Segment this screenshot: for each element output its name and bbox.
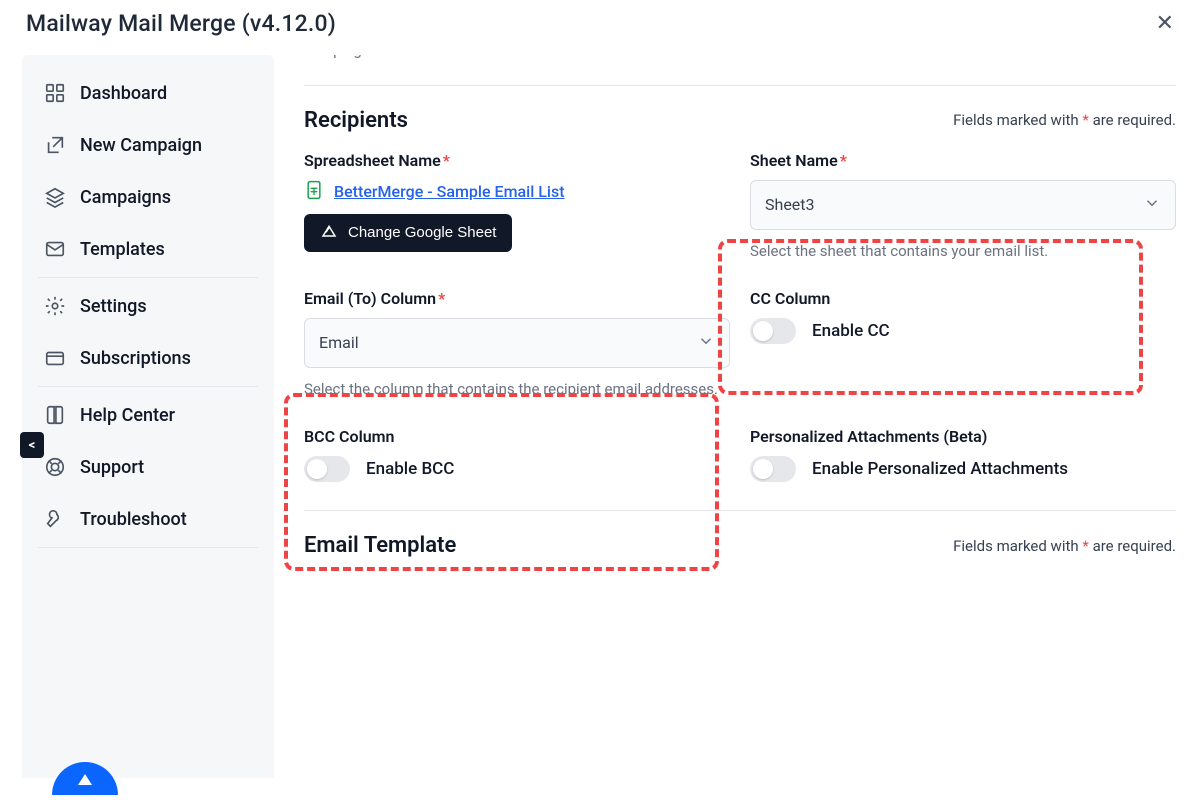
sheet-name-select[interactable]: Sheet3 xyxy=(750,180,1176,230)
enable-personalized-attachments-toggle[interactable] xyxy=(750,456,796,482)
enable-cc-toggle[interactable] xyxy=(750,318,796,344)
card-icon xyxy=(44,347,66,369)
sidebar-item-help-center[interactable]: Help Center xyxy=(22,389,274,441)
sidebar-item-label: New Campaign xyxy=(80,135,202,156)
personalized-attachments-label: Personalized Attachments (Beta) xyxy=(750,427,1176,446)
life-ring-icon xyxy=(44,456,66,478)
email-template-heading: Email Template xyxy=(304,533,456,558)
recipients-heading: Recipients xyxy=(304,108,408,133)
field-spreadsheet-name: Spreadsheet Name* BetterMerge - Sample E… xyxy=(304,151,730,263)
sidebar-item-label: Campaigns xyxy=(80,187,171,208)
sheet-name-label: Sheet Name* xyxy=(750,151,1176,170)
spreadsheet-name-label: Spreadsheet Name* xyxy=(304,151,730,170)
sidebar-item-subscriptions[interactable]: Subscriptions xyxy=(22,332,274,384)
bcc-column-label: BCC Column xyxy=(304,427,730,446)
chevron-down-icon xyxy=(697,332,715,354)
change-google-sheet-button[interactable]: Change Google Sheet xyxy=(304,214,512,252)
sidebar-item-label: Settings xyxy=(80,296,147,317)
gear-icon xyxy=(44,295,66,317)
sidebar-item-label: Dashboard xyxy=(80,83,167,104)
sidebar-item-label: Support xyxy=(80,457,144,478)
google-sheets-icon xyxy=(304,180,324,204)
mail-icon xyxy=(44,238,66,260)
sidebar: Dashboard New Campaign Campaigns Templat… xyxy=(22,55,274,778)
email-to-column-select[interactable]: Email xyxy=(304,318,730,368)
divider xyxy=(38,277,258,278)
wrench-icon xyxy=(44,508,66,530)
field-cc-column: CC Column Enable CC xyxy=(750,289,1176,401)
sidebar-item-label: Templates xyxy=(80,239,165,260)
cc-column-label: CC Column xyxy=(750,289,1176,308)
sheet-name-helper: Select the sheet that contains your emai… xyxy=(750,240,1176,263)
book-icon xyxy=(44,404,66,426)
required-note: Fields marked with * are required. xyxy=(953,537,1176,555)
enable-cc-label: Enable CC xyxy=(812,321,890,341)
external-icon xyxy=(44,134,66,156)
reply-to-helper: Optional: Enter an email address where r… xyxy=(304,55,704,63)
email-to-column-label: Email (To) Column* xyxy=(304,289,730,308)
field-email-to-column: Email (To) Column* Email Select the colu… xyxy=(304,289,730,401)
divider xyxy=(38,547,258,548)
field-bcc-column: BCC Column Enable BCC xyxy=(304,427,730,482)
sidebar-item-campaigns[interactable]: Campaigns xyxy=(22,171,274,223)
collapse-sidebar-button[interactable]: < xyxy=(20,432,44,458)
dashboard-icon xyxy=(44,82,66,104)
divider xyxy=(304,510,1176,511)
field-personalized-attachments: Personalized Attachments (Beta) Enable P… xyxy=(750,427,1176,482)
close-icon[interactable]: ✕ xyxy=(1156,13,1174,35)
layers-icon xyxy=(44,186,66,208)
main-content-scroll[interactable]: Reply-To Address Optional: Enter an emai… xyxy=(274,55,1200,778)
divider xyxy=(304,85,1176,86)
enable-personalized-attachments-label: Enable Personalized Attachments xyxy=(812,459,1068,479)
sidebar-item-label: Help Center xyxy=(80,405,175,426)
app-title: Mailway Mail Merge (v4.12.0) xyxy=(26,10,336,37)
email-to-column-helper: Select the column that contains the reci… xyxy=(304,378,730,401)
sidebar-item-new-campaign[interactable]: New Campaign xyxy=(22,119,274,171)
chevron-down-icon xyxy=(1143,194,1161,216)
enable-bcc-label: Enable BCC xyxy=(366,459,454,479)
enable-bcc-toggle[interactable] xyxy=(304,456,350,482)
required-note: Fields marked with * are required. xyxy=(953,111,1176,129)
sidebar-item-templates[interactable]: Templates xyxy=(22,223,274,275)
sidebar-item-support[interactable]: Support xyxy=(22,441,274,493)
field-sheet-name: Sheet Name* Sheet3 Select the sheet that… xyxy=(750,151,1176,263)
sidebar-item-label: Subscriptions xyxy=(80,348,191,369)
sidebar-item-settings[interactable]: Settings xyxy=(22,280,274,332)
sidebar-item-troubleshoot[interactable]: Troubleshoot xyxy=(22,493,274,545)
divider xyxy=(38,386,258,387)
sidebar-item-dashboard[interactable]: Dashboard xyxy=(22,67,274,119)
spreadsheet-link[interactable]: BetterMerge - Sample Email List xyxy=(334,182,565,201)
sidebar-item-label: Troubleshoot xyxy=(80,509,187,530)
